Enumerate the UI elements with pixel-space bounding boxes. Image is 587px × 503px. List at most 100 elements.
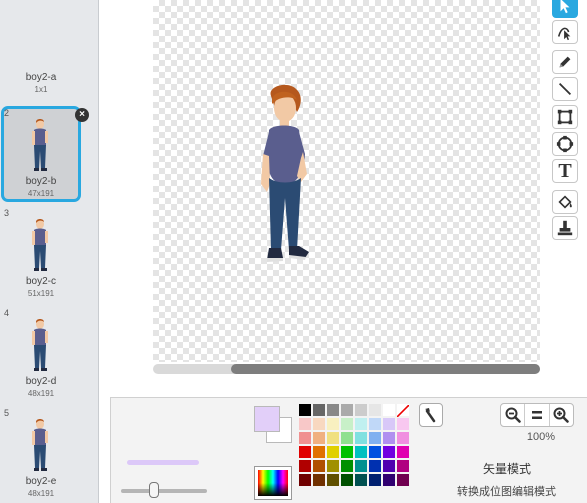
color-swatch[interactable]: [341, 460, 353, 472]
fill-tool[interactable]: [552, 190, 578, 214]
stamp-tool[interactable]: [552, 216, 578, 240]
color-swatch[interactable]: [299, 418, 311, 430]
color-swatch[interactable]: [313, 474, 325, 486]
color-swatch[interactable]: [299, 460, 311, 472]
color-swatch[interactable]: [397, 432, 409, 444]
select-tool[interactable]: [552, 0, 578, 18]
convert-to-bitmap-button[interactable]: 转换成位图编辑模式: [457, 483, 556, 499]
color-swatch[interactable]: [341, 446, 353, 458]
color-spectrum-toggle[interactable]: [254, 466, 292, 500]
eyedropper-button[interactable]: [419, 403, 443, 427]
delete-costume-icon[interactable]: ×: [75, 108, 89, 122]
costume-size: 1x1: [34, 85, 48, 94]
color-swatch[interactable]: [327, 418, 339, 430]
color-swatch[interactable]: [355, 460, 367, 472]
text-icon: T: [558, 160, 572, 182]
reshape-tool[interactable]: [552, 20, 578, 44]
stroke-width-slider[interactable]: [121, 489, 207, 493]
pencil-tool[interactable]: [552, 50, 578, 74]
color-swatch[interactable]: [313, 460, 325, 472]
costume-thumbnail: [32, 319, 48, 371]
color-swatch[interactable]: [341, 474, 353, 486]
color-swatch[interactable]: [369, 432, 381, 444]
color-swatch[interactable]: [341, 432, 353, 444]
color-swatch[interactable]: [397, 474, 409, 486]
ellipse-tool[interactable]: [552, 132, 578, 156]
costume-item[interactable]: 3 boy2-c 51x191: [0, 204, 98, 304]
color-swatch[interactable]: [383, 474, 395, 486]
zoom-out-icon: [505, 407, 521, 423]
color-swatch[interactable]: [327, 432, 339, 444]
color-swatch[interactable]: [341, 418, 353, 430]
color-swatch[interactable]: [313, 432, 325, 444]
color-swatch[interactable]: [369, 404, 381, 416]
color-swatch[interactable]: [397, 446, 409, 458]
costume-name: boy2-d: [25, 376, 57, 387]
costume-size: 48x191: [27, 389, 55, 398]
color-swatch[interactable]: [327, 404, 339, 416]
reshape-icon: [557, 27, 571, 41]
color-swatch[interactable]: [313, 446, 325, 458]
ellipse-icon: [556, 135, 574, 153]
paint-canvas[interactable]: [153, 0, 540, 362]
rectangle-icon: [557, 109, 573, 125]
stroke-width-preview: [127, 460, 199, 465]
color-swatch[interactable]: [383, 432, 395, 444]
paint-toolbar: T: [552, 0, 580, 250]
color-swatch[interactable]: [369, 418, 381, 430]
color-swatch[interactable]: [397, 460, 409, 472]
vector-mode-label: 矢量模式: [483, 462, 532, 476]
zoom-controls: [500, 403, 574, 427]
color-swatch[interactable]: [383, 404, 395, 416]
color-swatch[interactable]: [299, 446, 311, 458]
color-swatch[interactable]: [299, 432, 311, 444]
color-swatch[interactable]: [299, 474, 311, 486]
eyedropper-icon: [425, 408, 436, 423]
color-swatch[interactable]: [397, 418, 409, 430]
zoom-out-button[interactable]: [501, 404, 526, 426]
color-palette: [299, 404, 411, 502]
color-swatch[interactable]: [313, 404, 325, 416]
color-swatch[interactable]: [369, 474, 381, 486]
color-swatch[interactable]: [369, 460, 381, 472]
transparent-swatch[interactable]: [396, 404, 410, 418]
color-swatch[interactable]: [299, 404, 311, 416]
costume-item[interactable]: 5 boy2-e 48x191: [0, 404, 98, 503]
scrollbar-thumb[interactable]: [231, 364, 540, 374]
color-swatch[interactable]: [383, 418, 395, 430]
color-swatch[interactable]: [327, 446, 339, 458]
zoom-level: 100%: [526, 431, 556, 443]
color-swatch[interactable]: [341, 404, 353, 416]
costume-size: 48x191: [27, 489, 55, 498]
color-swatch[interactable]: [383, 460, 395, 472]
zoom-reset-button[interactable]: [525, 404, 550, 426]
color-swatch[interactable]: [327, 460, 339, 472]
zoom-in-icon: [553, 407, 570, 423]
color-swatch[interactable]: [383, 446, 395, 458]
text-tool[interactable]: T: [552, 159, 578, 183]
color-swatch[interactable]: [355, 418, 367, 430]
rectangle-tool[interactable]: [552, 105, 578, 129]
costume-item[interactable]: 2 boy2-b 47x191 ×: [0, 104, 98, 204]
color-swatch[interactable]: [355, 432, 367, 444]
costume-number: 2: [4, 108, 10, 118]
color-swatch[interactable]: [369, 446, 381, 458]
stroke-width-slider-thumb[interactable]: [149, 482, 159, 498]
color-swatch[interactable]: [313, 418, 325, 430]
costume-number: 5: [4, 408, 10, 418]
color-swatch[interactable]: [355, 446, 367, 458]
costume-name: boy2-c: [25, 276, 56, 287]
equals-icon: [531, 411, 542, 419]
costume-name: boy2-a: [25, 72, 57, 83]
costume-item[interactable]: boy2-a 1x1: [0, 0, 98, 100]
color-swatch[interactable]: [355, 474, 367, 486]
zoom-in-button[interactable]: [550, 404, 573, 426]
line-tool[interactable]: [552, 77, 578, 101]
costume-item[interactable]: 4 boy2-d 48x191: [0, 304, 98, 404]
color-swatch[interactable]: [355, 404, 367, 416]
canvas-horizontal-scrollbar[interactable]: [153, 364, 540, 374]
boy-character-drawing[interactable]: [249, 82, 319, 278]
primary-color-swatch[interactable]: [254, 406, 280, 432]
color-swatch[interactable]: [327, 474, 339, 486]
no-color-icon: [396, 404, 410, 418]
